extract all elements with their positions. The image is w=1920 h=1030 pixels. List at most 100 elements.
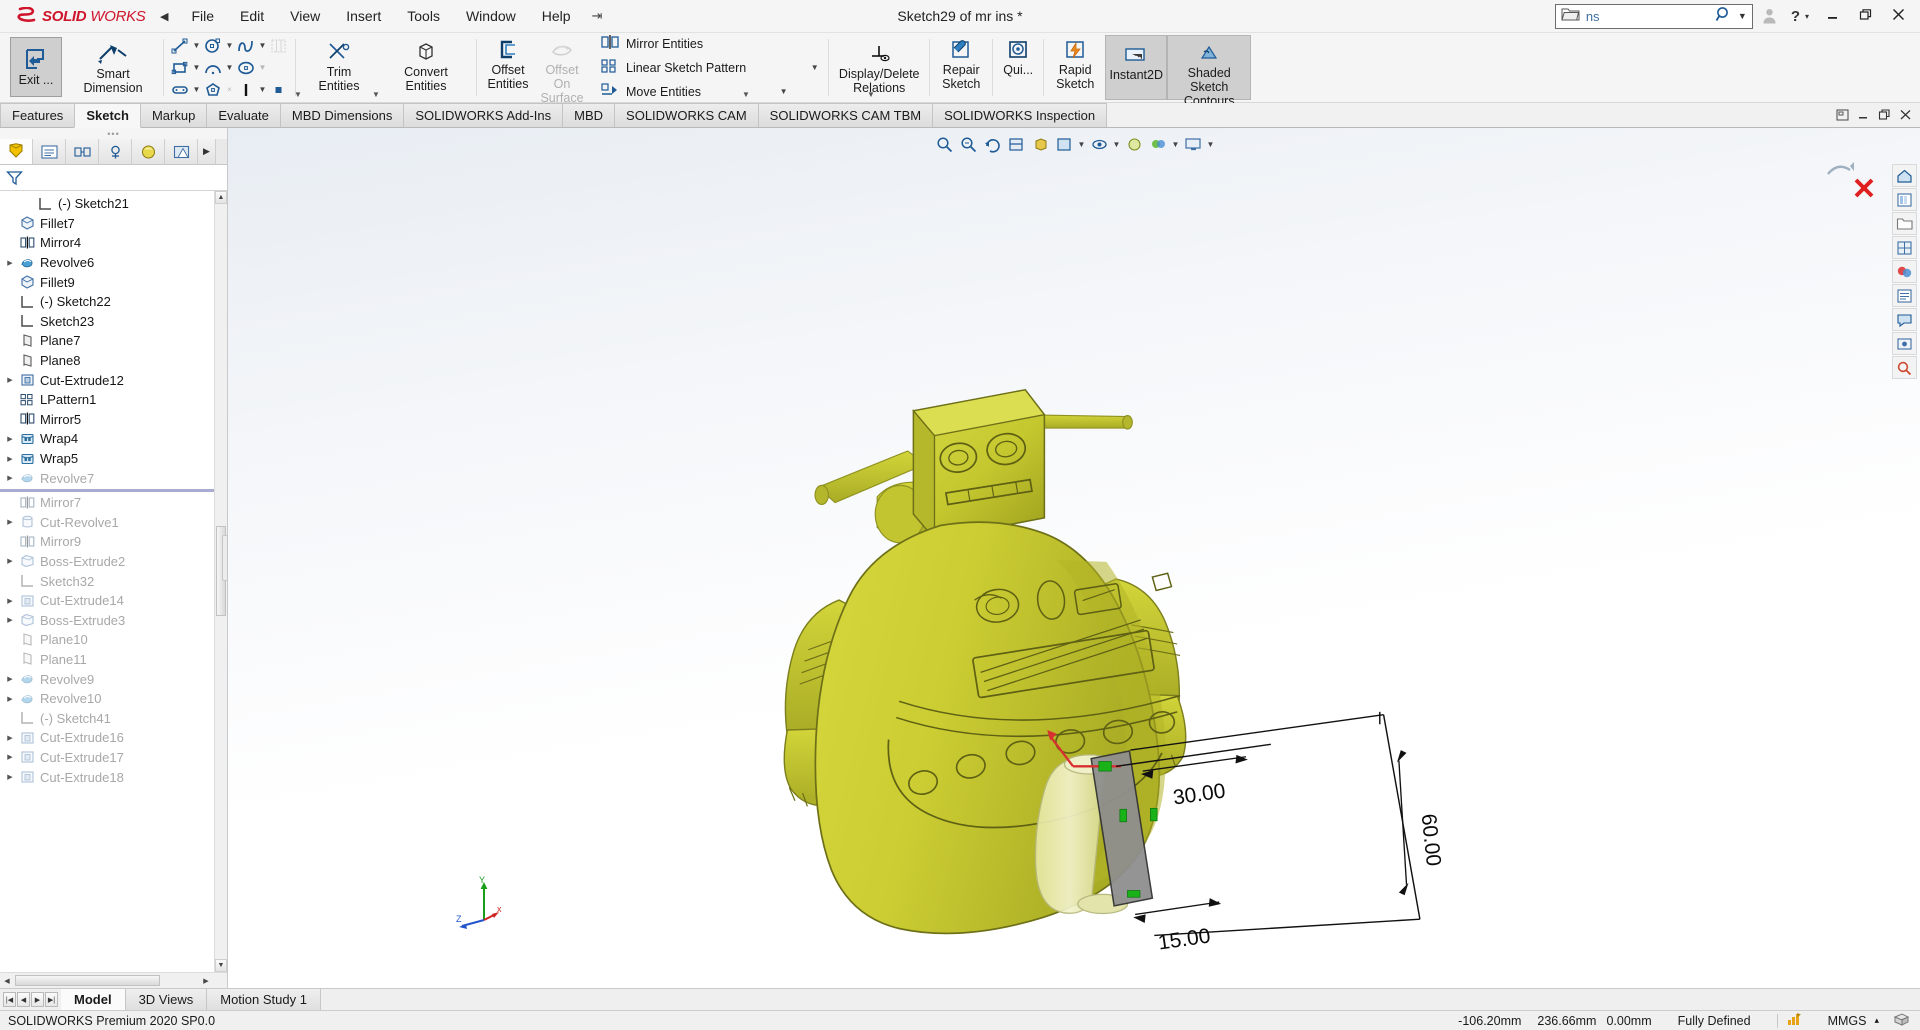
- section-view-icon[interactable]: [1005, 134, 1027, 155]
- design-library-icon[interactable]: [1892, 188, 1917, 211]
- ellipse-icon[interactable]: [235, 58, 257, 78]
- expand-arrow-icon[interactable]: ▶: [2, 376, 18, 384]
- view-settings-icon[interactable]: [1182, 134, 1204, 155]
- feature-tree-scrollbar[interactable]: ▲ ▼: [214, 191, 227, 972]
- hide-show-caret-icon[interactable]: ▼: [1112, 140, 1121, 149]
- units-caret-icon[interactable]: ▴: [1874, 1015, 1879, 1026]
- tree-item-sketch41[interactable]: (-) Sketch41: [0, 708, 227, 728]
- convert-dropdown-caret-icon[interactable]: ▼: [372, 90, 380, 99]
- expand-arrow-icon[interactable]: ▶: [2, 597, 18, 605]
- menu-help[interactable]: Help: [529, 4, 584, 28]
- minimize-button[interactable]: [1817, 6, 1848, 26]
- expand-arrow-icon[interactable]: ▶: [2, 557, 18, 565]
- linear-pattern-dropdown-caret-icon[interactable]: ▼: [810, 63, 819, 72]
- rectangle-dropdown-caret-icon[interactable]: ▼: [192, 63, 201, 72]
- exit-sketch-button[interactable]: Exit ...: [10, 37, 62, 97]
- slot-dropdown-caret-icon[interactable]: ▼: [192, 85, 201, 94]
- graphics-viewport[interactable]: ▼ ▼ ▼ ▼ 30.00 60.00 15.00 Y Z x: [228, 128, 1920, 988]
- menu-view[interactable]: View: [277, 4, 333, 28]
- view-settings-caret-icon[interactable]: ▼: [1206, 140, 1215, 149]
- apply-scene-icon[interactable]: [1147, 134, 1169, 155]
- tree-scroll-up-button[interactable]: ▲: [215, 191, 227, 204]
- file-explorer-icon[interactable]: [1892, 212, 1917, 235]
- feature-tree-filter[interactable]: [0, 165, 227, 191]
- doc-close-icon[interactable]: [1899, 109, 1912, 124]
- doc-restore-down-icon[interactable]: [1836, 109, 1849, 124]
- apply-scene-caret-icon[interactable]: ▼: [1171, 140, 1180, 149]
- tree-item-boss-extrude2[interactable]: ▶ Boss-Extrude2: [0, 552, 227, 572]
- offset-on-surface-button[interactable]: Offset On Surface: [534, 33, 590, 105]
- tab-next-button[interactable]: ▶: [31, 992, 44, 1007]
- expand-arrow-icon[interactable]: ▶: [2, 616, 18, 624]
- display-manager-tab[interactable]: [165, 139, 198, 164]
- move-entities-dropdown-caret-icon[interactable]: ▼: [779, 87, 788, 96]
- tab-last-button[interactable]: ▶|: [45, 992, 58, 1007]
- expand-arrow-icon[interactable]: ▶: [2, 455, 18, 463]
- expand-arrow-icon[interactable]: ▶: [2, 474, 18, 482]
- expand-arrow-icon[interactable]: ▶: [2, 695, 18, 703]
- tree-item-revolve7[interactable]: ▶ Revolve7: [0, 468, 227, 488]
- tree-item-mirror4[interactable]: Mirror4: [0, 233, 227, 253]
- overlay-icon[interactable]: [1893, 1012, 1910, 1030]
- point-icon[interactable]: [268, 80, 290, 100]
- tree-item-cut-extrude18[interactable]: ▶ Cut-Extrude18: [0, 767, 227, 787]
- custom-properties-icon[interactable]: [1892, 284, 1917, 307]
- text-dropdown-caret-icon[interactable]: ▼: [258, 85, 267, 94]
- repair-sketch-button[interactable]: Repair Sketch: [935, 33, 987, 102]
- rectangle-icon[interactable]: [169, 58, 191, 78]
- quick-snaps-button[interactable]: Qui...: [998, 33, 1038, 102]
- restore-button[interactable]: [1850, 6, 1881, 26]
- tree-item-revolve6[interactable]: ▶ Revolve6: [0, 253, 227, 273]
- bottom-tab-3d-views[interactable]: 3D Views: [125, 989, 208, 1010]
- user-account-icon[interactable]: [1755, 6, 1784, 26]
- expand-arrow-icon[interactable]: ▶: [2, 259, 18, 267]
- view-palette-icon[interactable]: [1892, 236, 1917, 259]
- manager-tabs-more-button[interactable]: ▶: [198, 139, 216, 164]
- tree-item-mirror9[interactable]: Mirror9: [0, 532, 227, 552]
- tab-mbd[interactable]: MBD: [562, 103, 616, 127]
- spline-dropdown-caret-icon[interactable]: ▼: [258, 41, 267, 50]
- tree-item-cut-revolve1[interactable]: ▶ Cut-Revolve1: [0, 513, 227, 533]
- status-units[interactable]: MMGS: [1828, 1014, 1867, 1028]
- menu-file[interactable]: File: [178, 4, 227, 28]
- slot-icon[interactable]: [169, 80, 191, 100]
- text-sketch-icon[interactable]: [235, 80, 257, 100]
- tree-item-lpattern1[interactable]: LPattern1: [0, 390, 227, 410]
- tree-item-sketch32[interactable]: Sketch32: [0, 571, 227, 591]
- help-dropdown-caret-icon[interactable]: ▾: [1805, 12, 1815, 21]
- tree-item-fillet7[interactable]: Fillet7: [0, 214, 227, 234]
- tree-scroll-down-button[interactable]: ▼: [215, 959, 227, 972]
- feature-manager-tab[interactable]: [0, 139, 33, 164]
- linear-sketch-pattern-button[interactable]: Linear Sketch Pattern ▼: [598, 57, 821, 78]
- tab-features[interactable]: Features: [0, 103, 76, 127]
- expand-arrow-icon[interactable]: ▶: [2, 675, 18, 683]
- rapid-sketch-button[interactable]: Rapid Sketch: [1049, 33, 1101, 102]
- tab-markup[interactable]: Markup: [139, 103, 208, 127]
- zoom-to-fit-icon[interactable]: [933, 134, 955, 155]
- search-input[interactable]: ns: [1586, 9, 1709, 24]
- trim-entities-button[interactable]: Trim Entities: [301, 33, 377, 102]
- tab-solidworks-inspection[interactable]: SOLIDWORKS Inspection: [932, 103, 1108, 127]
- tab-solidworks-cam-tbm[interactable]: SOLIDWORKS CAM TBM: [757, 103, 934, 127]
- spline-icon[interactable]: [235, 36, 257, 56]
- tree-item-mirror5[interactable]: Mirror5: [0, 410, 227, 430]
- tree-item-revolve9[interactable]: ▶ Revolve9: [0, 669, 227, 689]
- tree-item-cut-extrude12[interactable]: ▶ Cut-Extrude12: [0, 370, 227, 390]
- arc-icon[interactable]: [202, 58, 224, 78]
- home-icon[interactable]: [1892, 164, 1917, 187]
- previous-view-icon[interactable]: [981, 134, 1003, 155]
- solidworks-forum-icon[interactable]: [1892, 308, 1917, 331]
- tab-mbd-dimensions[interactable]: MBD Dimensions: [279, 103, 405, 127]
- expand-arrow-icon[interactable]: ▶: [2, 518, 18, 526]
- rebuild-icon[interactable]: [1786, 1012, 1802, 1030]
- property-manager-tab[interactable]: [33, 139, 66, 164]
- tree-item-wrap4[interactable]: ▶ Wrap4: [0, 429, 227, 449]
- circle-dropdown-caret-icon[interactable]: ▼: [225, 41, 234, 50]
- convert-entities-button[interactable]: Convert Entities: [381, 33, 471, 102]
- expand-arrow-icon[interactable]: ▶: [2, 753, 18, 761]
- menu-window[interactable]: Window: [453, 4, 529, 28]
- tree-item-wrap5[interactable]: ▶ Wrap5: [0, 449, 227, 469]
- close-button[interactable]: [1883, 6, 1914, 26]
- appearances-scenes-icon[interactable]: [1892, 260, 1917, 283]
- tree-item-cut-extrude17[interactable]: ▶ Cut-Extrude17: [0, 748, 227, 768]
